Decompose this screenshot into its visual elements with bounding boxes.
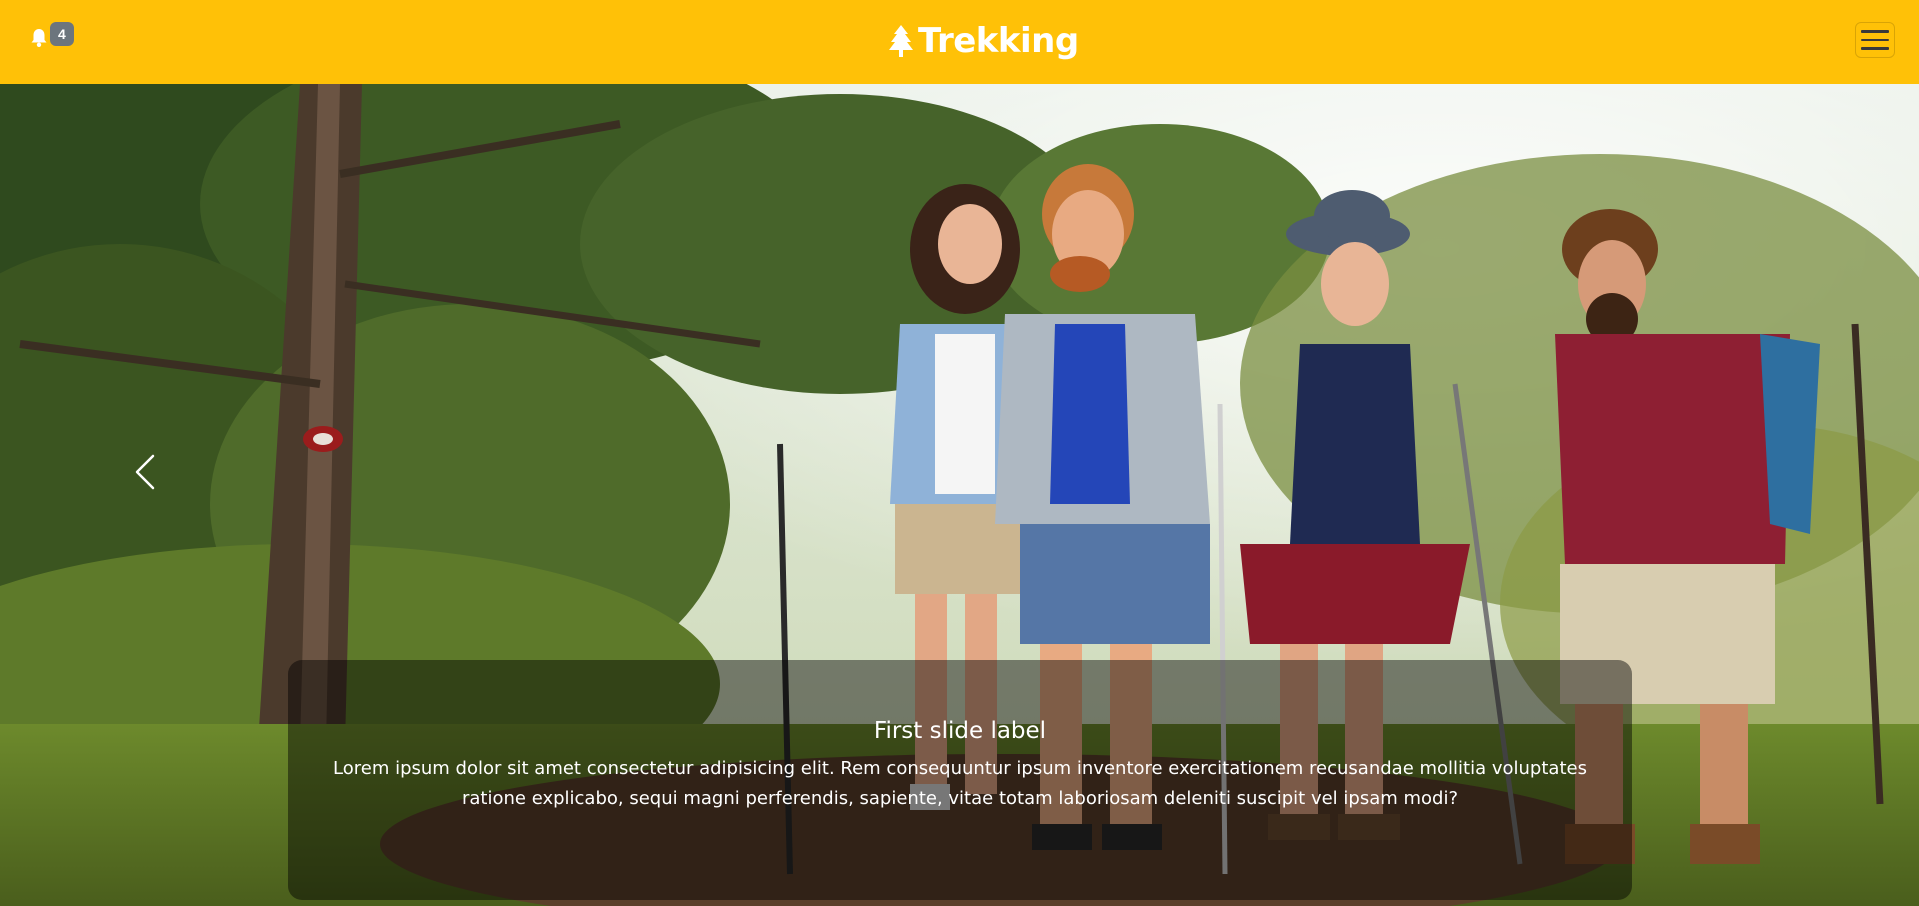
navbar: 4 Trekking: [0, 0, 1919, 84]
brand-link[interactable]: Trekking: [888, 18, 1079, 64]
tree-icon: [888, 24, 914, 58]
carousel-prev-button[interactable]: [120, 444, 170, 504]
carousel-caption: First slide label Lorem ipsum dolor sit …: [288, 660, 1632, 900]
chevron-left-icon: [133, 452, 157, 496]
navbar-toggle-button[interactable]: [1855, 22, 1895, 58]
slide-title: First slide label: [873, 718, 1047, 744]
slide-description: Lorem ipsum dolor sit amet consectetur a…: [333, 758, 1587, 809]
notification-count-badge: 4: [50, 22, 74, 46]
hamburger-icon: [1861, 30, 1889, 33]
bell-icon[interactable]: [30, 28, 48, 48]
notifications-button[interactable]: 4: [30, 22, 74, 52]
brand-label: Trekking: [918, 21, 1079, 61]
hero-carousel: First slide label Lorem ipsum dolor sit …: [0, 84, 1919, 906]
